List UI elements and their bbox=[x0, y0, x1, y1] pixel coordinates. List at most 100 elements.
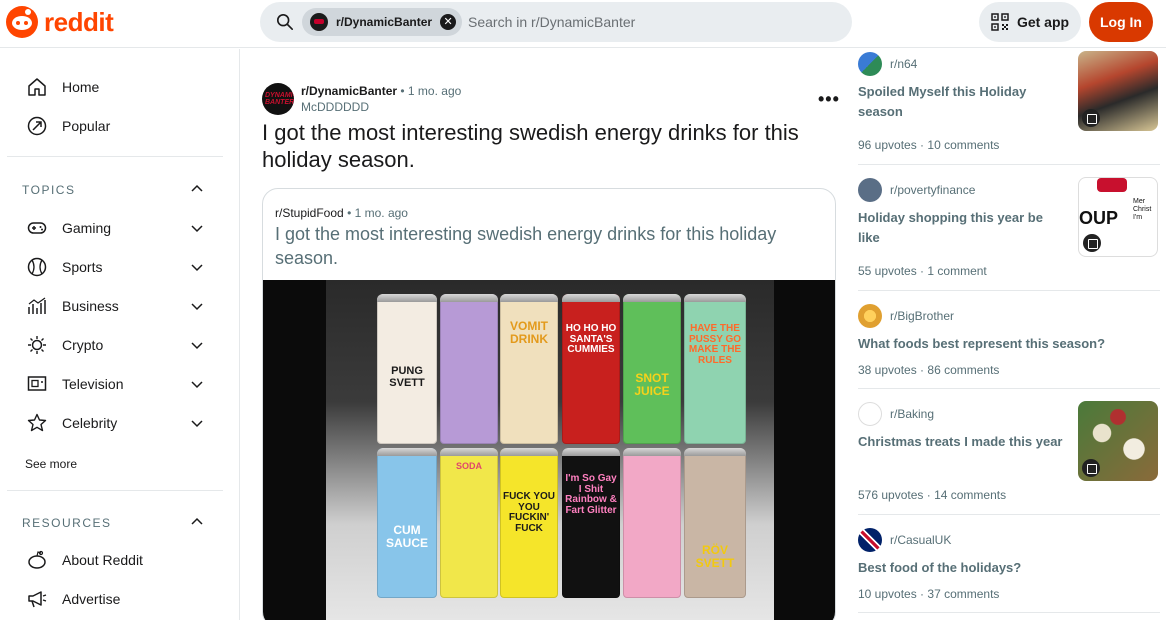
sidebar-item-popular[interactable]: Popular bbox=[26, 115, 110, 137]
can: PUNG SVETT bbox=[377, 294, 437, 444]
chevron-down-icon[interactable] bbox=[190, 377, 204, 391]
feed-subreddit[interactable]: r/povertyfinance bbox=[858, 178, 975, 202]
feed-card[interactable]: r/Baking Christmas treats I made this ye… bbox=[858, 399, 1160, 514]
search-bar[interactable]: r/DynamicBanter ✕ Search in r/DynamicBan… bbox=[260, 2, 852, 42]
crosspost-subreddit-link[interactable]: r/StupidFood bbox=[275, 206, 344, 220]
can: VOMIT DRINK bbox=[500, 294, 558, 444]
can: HAVE THE PUSSY GO MAKE THE RULES bbox=[684, 294, 746, 444]
can: RÖV SVETT bbox=[684, 448, 746, 598]
resources-section-title[interactable]: RESOURCES bbox=[22, 516, 112, 530]
chevron-down-icon[interactable] bbox=[190, 416, 204, 430]
image-icon bbox=[1082, 109, 1100, 127]
feed-card[interactable]: r/BigBrother What foods best represent t… bbox=[858, 301, 1160, 389]
feed-card[interactable]: r/povertyfinance Holiday shopping this y… bbox=[858, 175, 1160, 290]
sidebar-item-crypto[interactable]: Crypto bbox=[26, 334, 103, 356]
topics-section-title[interactable]: TOPICS bbox=[22, 183, 75, 197]
gamepad-icon bbox=[27, 222, 47, 234]
energy-drink-cans-photo: PUNG SVETT VOMIT DRINK HO HO HO SANTA'S … bbox=[326, 280, 774, 620]
sidebar-item-business[interactable]: Business bbox=[26, 295, 119, 317]
divider bbox=[858, 164, 1160, 165]
sidebar-item-label: Home bbox=[62, 79, 100, 95]
feed-title[interactable]: Holiday shopping this year be like bbox=[858, 208, 1058, 248]
crosspost-meta: r/StupidFood • 1 mo. ago bbox=[275, 206, 408, 220]
chevron-up-icon[interactable] bbox=[190, 515, 204, 529]
subreddit-avatar bbox=[858, 402, 882, 426]
see-more-button[interactable]: See more bbox=[25, 457, 77, 471]
subreddit-avatar bbox=[310, 13, 328, 31]
sidebar-item-about-reddit[interactable]: About Reddit bbox=[26, 549, 143, 571]
chevron-down-icon[interactable] bbox=[190, 299, 204, 313]
can bbox=[440, 294, 498, 444]
feed-stats: 10 upvotes · 37 comments bbox=[858, 587, 1000, 601]
top-header: reddit r/DynamicBanter ✕ Search in r/Dyn… bbox=[0, 0, 1166, 48]
feed-subreddit[interactable]: r/CasualUK bbox=[858, 528, 951, 552]
post-age: • 1 mo. ago bbox=[400, 84, 462, 98]
close-icon[interactable]: ✕ bbox=[440, 14, 457, 30]
chevron-down-icon[interactable] bbox=[190, 260, 204, 274]
star-icon bbox=[27, 413, 47, 432]
feed-title[interactable]: Christmas treats I made this year bbox=[858, 432, 1068, 452]
sidebar-item-sports[interactable]: Sports bbox=[26, 256, 102, 278]
search-icon bbox=[276, 13, 294, 31]
sidebar-item-gaming[interactable]: Gaming bbox=[26, 217, 111, 239]
qr-code-icon bbox=[991, 13, 1009, 31]
feed-stats: 55 upvotes · 1 comment bbox=[858, 264, 987, 278]
ball-icon bbox=[27, 257, 47, 277]
sidebar-item-television[interactable]: Television bbox=[26, 373, 123, 395]
feed-subreddit[interactable]: r/n64 bbox=[858, 52, 917, 76]
divider bbox=[858, 612, 1160, 613]
crypto-icon bbox=[28, 336, 46, 354]
feed-subreddit[interactable]: r/BigBrother bbox=[858, 304, 954, 328]
sidebar-item-label: Celebrity bbox=[62, 415, 118, 431]
subreddit-avatar bbox=[858, 178, 882, 202]
feed-thumbnail[interactable]: OUP Mer Christ I'm bbox=[1078, 177, 1158, 257]
post-image[interactable]: PUNG SVETT VOMIT DRINK HO HO HO SANTA'S … bbox=[263, 280, 835, 620]
feed-subreddit[interactable]: r/Baking bbox=[858, 402, 934, 426]
can: CUM SAUCE bbox=[377, 448, 437, 598]
divider bbox=[858, 388, 1160, 389]
subreddit-avatar bbox=[858, 52, 882, 76]
sidebar-item-label: Sports bbox=[62, 259, 103, 275]
crosspost-title: I got the most interesting swedish energ… bbox=[275, 224, 777, 268]
search-scope-label: r/DynamicBanter bbox=[336, 15, 433, 29]
sidebar-item-label: Business bbox=[62, 298, 119, 314]
can: HO HO HO SANTA'S CUMMIES bbox=[562, 294, 620, 444]
post-author[interactable]: McDDDDDD bbox=[301, 100, 369, 114]
subreddit-avatar[interactable]: DYNAMIC BANTER bbox=[262, 83, 294, 115]
sidebar-item-celebrity[interactable]: Celebrity bbox=[26, 412, 117, 434]
feed-stats: 38 upvotes · 86 comments bbox=[858, 363, 1000, 377]
sidebar-item-label: Gaming bbox=[62, 220, 112, 236]
sidebar-item-home[interactable]: Home bbox=[26, 76, 99, 98]
chevron-down-icon[interactable] bbox=[190, 338, 204, 352]
megaphone-icon bbox=[28, 591, 47, 608]
sidebar-item-label: Advertise bbox=[62, 591, 121, 607]
feed-thumbnail[interactable] bbox=[1078, 401, 1158, 481]
feed-title[interactable]: Spoiled Myself this Holiday season bbox=[858, 82, 1068, 122]
crosspost-card[interactable]: r/StupidFood • 1 mo. ago I got the most … bbox=[262, 188, 836, 620]
feed-stats: 576 upvotes · 14 comments bbox=[858, 488, 1007, 502]
divider bbox=[7, 156, 223, 157]
divider bbox=[858, 290, 1160, 291]
post-subreddit-link[interactable]: r/DynamicBanter bbox=[301, 84, 397, 98]
search-input[interactable]: Search in r/DynamicBanter bbox=[468, 14, 635, 30]
sidebar-item-label: Television bbox=[62, 376, 124, 392]
image-icon bbox=[1082, 459, 1100, 477]
search-scope-chip[interactable]: r/DynamicBanter ✕ bbox=[302, 8, 463, 36]
chevron-up-icon[interactable] bbox=[190, 182, 204, 196]
can: SNOT JUICE bbox=[623, 294, 681, 444]
feed-title[interactable]: Best food of the holidays? bbox=[858, 558, 1158, 578]
more-options-button[interactable]: ••• bbox=[818, 89, 840, 110]
reddit-snoo-icon bbox=[6, 6, 38, 38]
chevron-down-icon[interactable] bbox=[190, 221, 204, 235]
feed-thumbnail[interactable] bbox=[1078, 51, 1158, 131]
sidebar-item-label: About Reddit bbox=[62, 552, 143, 568]
feed-card[interactable]: r/CasualUK Best food of the holidays? 10… bbox=[858, 525, 1160, 615]
sidebar-item-advertise[interactable]: Advertise bbox=[26, 588, 120, 610]
get-app-button[interactable]: Get app bbox=[979, 2, 1081, 42]
divider bbox=[858, 514, 1160, 515]
reddit-logo[interactable]: reddit bbox=[6, 6, 114, 38]
feed-title[interactable]: What foods best represent this season? bbox=[858, 334, 1158, 354]
login-button[interactable]: Log In bbox=[1089, 2, 1153, 42]
reddit-icon bbox=[28, 550, 46, 569]
feed-card[interactable]: r/n64 Spoiled Myself this Holiday season… bbox=[858, 49, 1160, 164]
